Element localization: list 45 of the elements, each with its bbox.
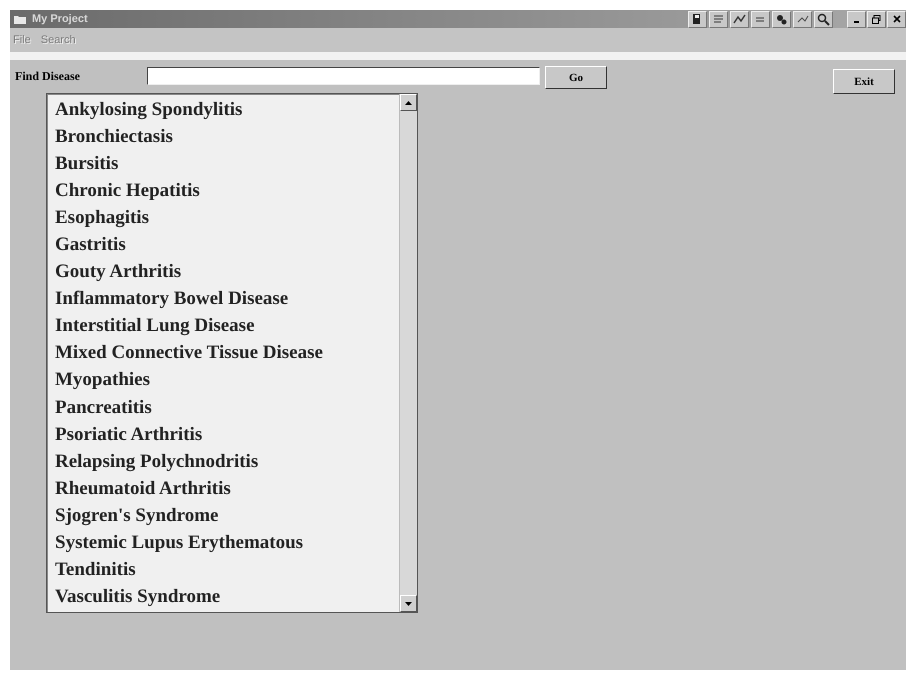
list-item[interactable]: Gastritis (53, 231, 393, 258)
search-field[interactable] (147, 67, 540, 85)
list-item[interactable]: Mixed Connective Tissue Disease (53, 339, 393, 366)
window-title: My Project (32, 13, 88, 25)
list-item[interactable]: Rheumatoid Arthritis (53, 474, 393, 502)
list-item[interactable]: Psoriatic Arthritis (53, 420, 393, 448)
up-arrow-icon (405, 100, 412, 104)
close-icon (892, 15, 900, 23)
toolbar-button[interactable] (688, 10, 707, 28)
exit-button[interactable]: Exit (833, 69, 895, 94)
list-item[interactable]: Chronic Hepatitis (53, 177, 393, 204)
go-button[interactable]: Go (545, 66, 607, 89)
list-item[interactable]: Tendinitis (53, 556, 393, 583)
chart-icon (733, 12, 746, 26)
find-disease-label: Find Disease (15, 68, 82, 84)
magnifier-icon (817, 12, 830, 26)
list-item[interactable]: Interstitial Lung Disease (53, 312, 393, 340)
list-item[interactable]: Systemic Lupus Erythematous (53, 528, 393, 556)
minimize-button[interactable] (847, 10, 866, 28)
list-item[interactable]: Inflammatory Bowel Disease (53, 285, 393, 312)
list-item[interactable]: Bronchiectasis (53, 123, 393, 150)
list-item[interactable]: Esophagitis (53, 204, 393, 232)
restore-icon (872, 14, 881, 24)
list-item[interactable]: Bursitis (53, 150, 393, 178)
down-arrow-icon (405, 602, 412, 606)
list-item[interactable]: Pancreatitis (53, 394, 393, 421)
toolbar-button[interactable] (709, 10, 728, 28)
list-item[interactable]: Sjogren's Syndrome (53, 502, 393, 529)
document-icon (712, 12, 725, 26)
toolbar-button[interactable] (814, 10, 833, 28)
folder-icon (14, 14, 26, 24)
toolbar-button[interactable] (793, 10, 812, 28)
maximize-button[interactable] (867, 10, 886, 28)
close-button[interactable] (887, 10, 906, 28)
toolbar-button[interactable] (751, 10, 770, 28)
toolbar-button[interactable] (772, 10, 791, 28)
list-item[interactable]: Gouty Arthritis (53, 258, 393, 286)
list-item[interactable]: Myopathies (53, 366, 393, 394)
list-item[interactable]: Ankylosing Spondylitis (53, 96, 393, 124)
scroll-down-button[interactable] (400, 595, 417, 612)
list-item[interactable]: Vasculitis Syndrome (53, 582, 393, 610)
scrollbar[interactable] (399, 94, 417, 612)
scroll-up-button[interactable] (400, 94, 417, 111)
list-item[interactable]: Relapsing Polychnodritis (53, 448, 393, 475)
toolbar-button[interactable] (730, 10, 749, 28)
